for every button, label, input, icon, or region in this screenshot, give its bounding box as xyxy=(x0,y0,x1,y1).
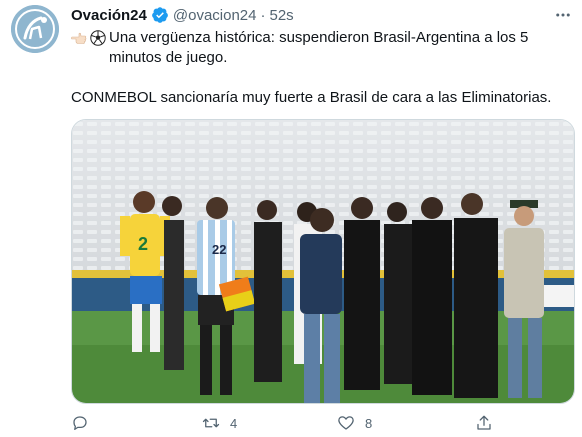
jersey-number-argentina: 22 xyxy=(212,242,226,257)
tweet-actions: 4 8 xyxy=(71,412,571,434)
point-left-icon xyxy=(71,30,87,46)
user-handle[interactable]: @ovacion24 xyxy=(173,7,257,24)
tweet-card[interactable]: Ovación24 @ovacion24 · 52s Una vergüenza… xyxy=(0,0,582,437)
display-name[interactable]: Ovación24 xyxy=(71,7,147,24)
jersey-number-brazil: 2 xyxy=(138,234,148,254)
more-options-icon[interactable] xyxy=(552,4,574,26)
avatar[interactable] xyxy=(11,5,59,53)
reply-icon xyxy=(73,416,87,431)
separator-dot: · xyxy=(260,6,266,24)
soccer-ball-icon xyxy=(90,30,106,46)
reply-button[interactable] xyxy=(71,412,99,434)
tweet-photo[interactable]: 2 22 xyxy=(71,119,575,404)
share-icon xyxy=(477,415,491,430)
ovacion24-logo-icon xyxy=(11,5,59,53)
tweet-text: Una vergüenza histórica: suspendieron Br… xyxy=(71,28,571,108)
heart-icon xyxy=(338,416,354,430)
timestamp[interactable]: 52s xyxy=(270,7,294,24)
share-button[interactable] xyxy=(475,412,493,434)
tweet-header: Ovación24 @ovacion24 · 52s xyxy=(71,4,294,26)
match-photo: 2 22 xyxy=(72,120,574,403)
retweet-count: 4 xyxy=(230,415,238,431)
retweet-icon xyxy=(202,418,220,428)
verified-badge-icon xyxy=(151,6,169,24)
tweet-text-line1: Una vergüenza histórica: suspendieron Br… xyxy=(109,29,529,66)
retweet-button[interactable]: 4 xyxy=(202,412,237,434)
like-count: 8 xyxy=(365,415,373,431)
tweet-text-line2: CONMEBOL sancionaría muy fuerte a Brasil… xyxy=(71,89,552,106)
like-button[interactable]: 8 xyxy=(337,412,372,434)
